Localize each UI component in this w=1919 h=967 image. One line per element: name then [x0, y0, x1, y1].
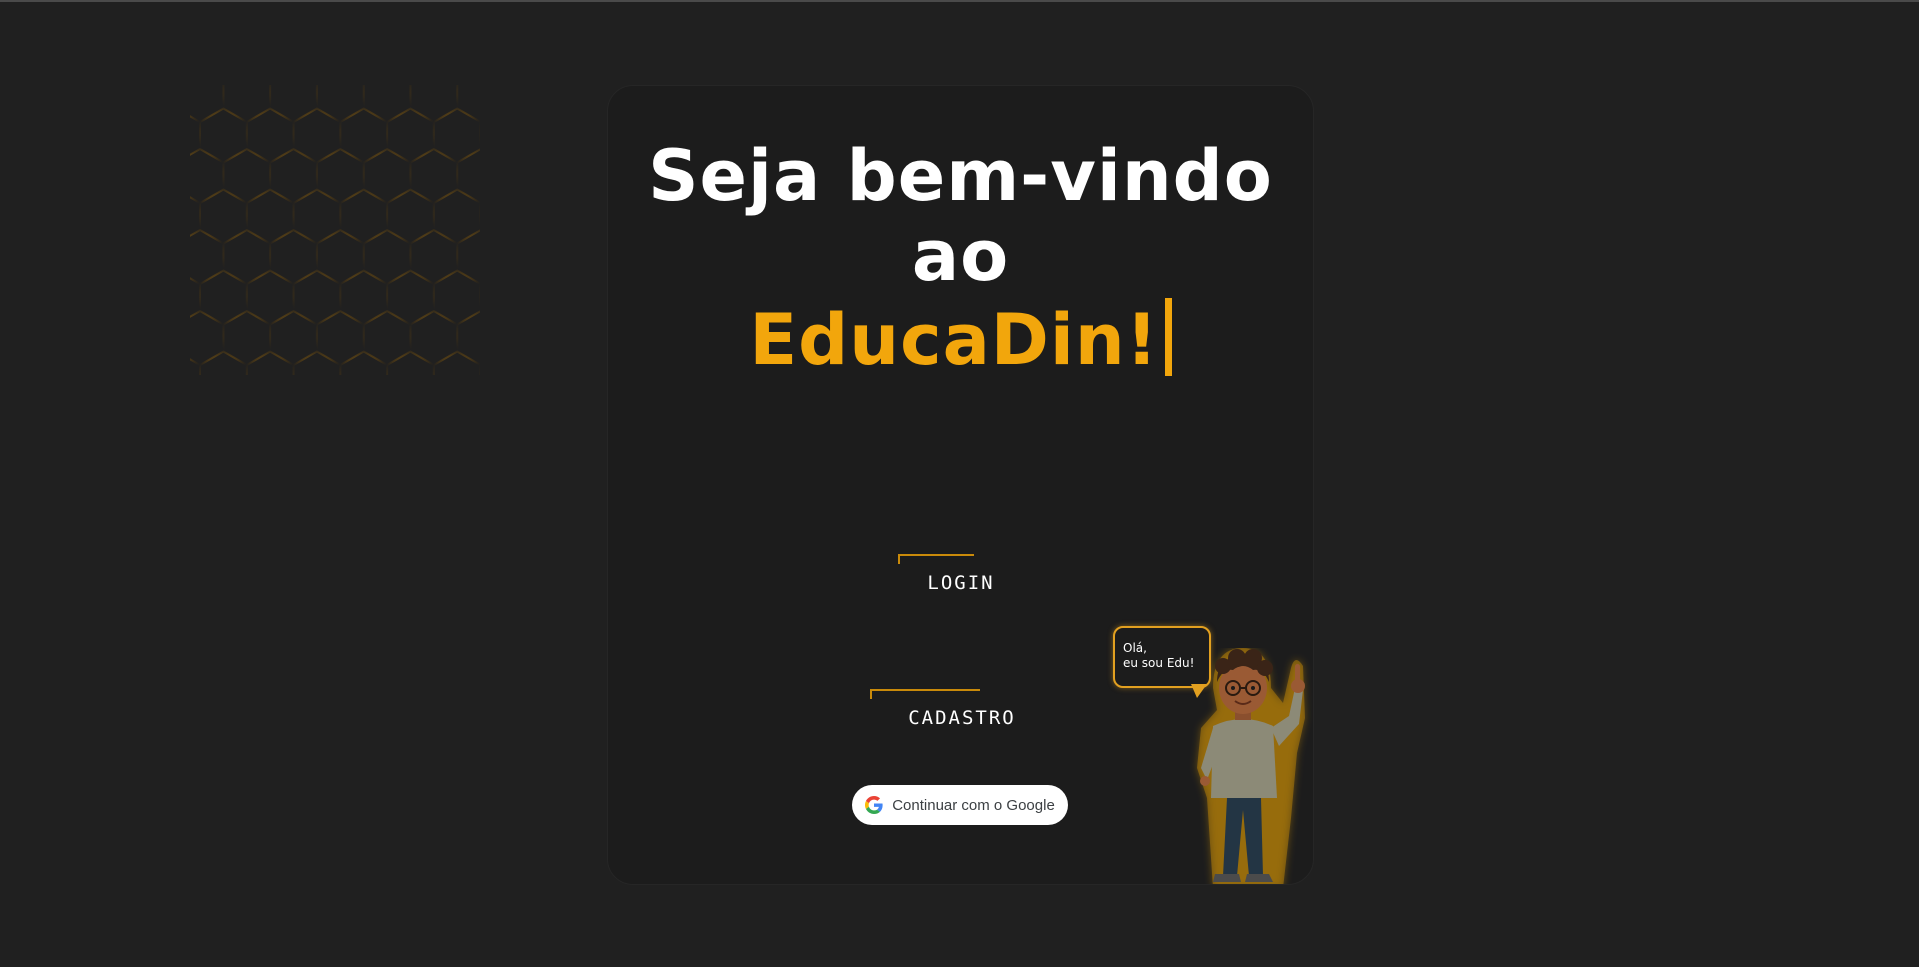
- hexagon-cell: [315, 309, 365, 367]
- google-button-label: Continuar com o Google: [892, 796, 1055, 814]
- hexagon-cell: [409, 147, 459, 205]
- hexagon-cell: [315, 147, 365, 205]
- google-g-icon: [865, 796, 883, 814]
- hexagon-cell: [199, 269, 248, 326]
- brand-name: EducaDin!: [749, 299, 1159, 381]
- hexagon-cell: [292, 350, 342, 375]
- hexagon-cell: [315, 228, 365, 286]
- hexagon-cell: [190, 358, 201, 375]
- hexagon-cell: [190, 85, 225, 124]
- hexagon-cell: [199, 188, 248, 245]
- hexagon-cell: [190, 309, 225, 367]
- brand-line: EducaDin!: [608, 296, 1313, 380]
- hexagon-cell: [190, 147, 225, 205]
- hexagon-cell: [245, 269, 295, 326]
- hexagon-cell: [222, 309, 272, 367]
- login-button[interactable]: LOGIN: [898, 554, 1024, 594]
- hexagon-cell: [245, 350, 295, 375]
- hexagon-cell: [432, 350, 480, 375]
- hexagon-cell: [409, 228, 459, 286]
- honeycomb-decoration-icon: [190, 85, 480, 375]
- top-border-line: [0, 0, 1919, 2]
- hexagon-cell: [456, 229, 480, 285]
- cadastro-corner-accent: [870, 689, 980, 699]
- login-button-label: LOGIN: [927, 572, 995, 594]
- login-corner-accent: [898, 554, 974, 564]
- hexagon-cell: [409, 309, 459, 367]
- hexagon-cell: [409, 85, 459, 124]
- google-signin-button[interactable]: Continuar com o Google: [852, 785, 1068, 825]
- text-caret-icon: [1164, 298, 1172, 376]
- welcome-line-1: Seja bem-vindo: [648, 135, 1273, 217]
- hexagon-cell: [269, 228, 318, 286]
- hexagon-cell: [269, 309, 318, 367]
- hexagon-cell: [386, 107, 435, 164]
- cadastro-button-label: CADASTRO: [908, 707, 1016, 729]
- hexagon-cell: [362, 85, 412, 124]
- hexagon-cell: [292, 269, 342, 326]
- hexagon-cell: [386, 350, 435, 375]
- hexagon-cell: [269, 85, 318, 124]
- welcome-line-2: ao: [911, 215, 1010, 297]
- welcome-title: Seja bem-vindo ao EducaDin!: [608, 136, 1313, 380]
- hexagon-cell: [339, 188, 389, 245]
- hexagon-cell: [456, 310, 480, 366]
- hexagon-cell: [339, 269, 389, 326]
- mascot-edu: Olá, eu sou Edu!: [1113, 626, 1313, 884]
- hexagon-cell: [222, 228, 272, 286]
- hexagon-cell: [292, 188, 342, 245]
- hexagon-cell: [190, 228, 225, 286]
- hexagon-cell: [339, 350, 389, 375]
- hexagon-cell: [386, 188, 435, 245]
- hexagon-cell: [222, 85, 272, 124]
- hexagon-cell: [362, 228, 412, 286]
- hexagon-cell: [292, 107, 342, 164]
- hexagon-cell: [362, 147, 412, 205]
- hexagon-cell: [199, 350, 248, 375]
- hexagon-cell: [339, 107, 389, 164]
- hexagon-cell: [222, 147, 272, 205]
- hexagon-cell: [245, 107, 295, 164]
- hexagon-cell: [386, 269, 435, 326]
- hexagon-cell: [199, 107, 248, 164]
- hexagon-cell: [245, 188, 295, 245]
- cadastro-button[interactable]: CADASTRO: [870, 689, 1054, 729]
- mascot-boy-illustration: [1197, 648, 1305, 884]
- hexagon-cell: [456, 148, 480, 204]
- hexagon-cell: [315, 85, 365, 124]
- welcome-card: Seja bem-vindo ao EducaDin! LOGIN CADAST…: [607, 85, 1314, 885]
- hexagon-cell: [456, 85, 480, 123]
- hexagon-cell: [269, 147, 318, 205]
- hexagon-cell: [362, 309, 412, 367]
